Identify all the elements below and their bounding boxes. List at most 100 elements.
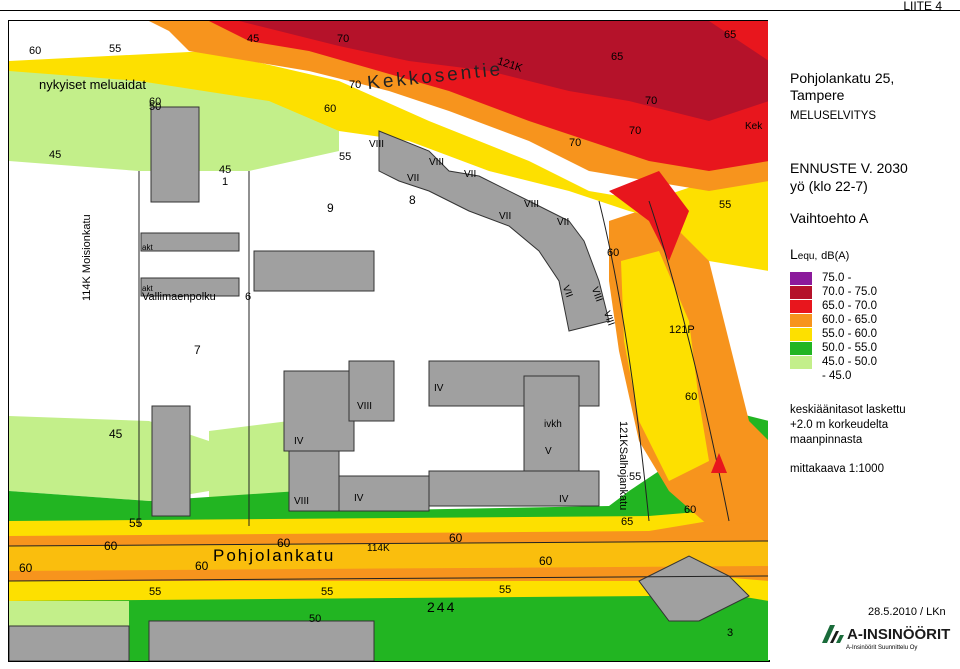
- lot-1-label: 1: [222, 176, 229, 188]
- contour-label: 70: [629, 125, 642, 137]
- building-west-tall: [151, 405, 191, 517]
- floors-label: IV: [354, 493, 364, 504]
- contour-label: 60: [195, 559, 209, 573]
- floors-label: IV: [434, 383, 444, 394]
- legend-swatch: [790, 341, 812, 355]
- city-text: Tampere: [790, 87, 845, 103]
- contour-label: 65: [724, 29, 737, 41]
- legend-item: 45.0 - 50.0: [790, 355, 877, 369]
- legend-panel: Pohjolankatu 25, Tampere MELUSELVITYS EN…: [768, 20, 960, 660]
- legend-item: 50.0 - 55.0: [790, 341, 877, 355]
- contour-label: 60: [277, 536, 291, 550]
- legend-item: 60.0 - 65.0: [790, 313, 877, 327]
- lot-8-label: 8: [409, 193, 416, 207]
- pohjolankatu-label: Pohjolankatu: [213, 546, 336, 565]
- lot-9-label: 9: [327, 201, 334, 215]
- lot-3-label: 3: [727, 627, 734, 639]
- unit-main: L: [790, 246, 798, 262]
- legend-swatch: [790, 369, 812, 383]
- legend-item: 65.0 - 70.0: [790, 299, 877, 313]
- floors-label: VIII: [357, 401, 373, 412]
- legend-swatch: [790, 299, 812, 313]
- building-north-west: [150, 106, 200, 203]
- floors-label: VIII: [524, 199, 540, 210]
- address-text: Pohjolankatu 25,: [790, 70, 895, 86]
- pohjolankatu-114k-label: 114K: [367, 543, 390, 554]
- contour-label: 50: [309, 613, 322, 625]
- contour-label: 55: [109, 43, 122, 55]
- building-south-e: [338, 475, 430, 512]
- attachment-label: LIITE 4: [903, 0, 942, 13]
- report-title: MELUSELVITYS: [790, 110, 877, 122]
- unit-sub: equ,: [797, 251, 818, 262]
- legend-item: 75.0 -: [790, 271, 851, 285]
- floors-label: VIII: [294, 496, 310, 507]
- salhojankatu-label: 121KSalhojankatu: [617, 421, 629, 511]
- contour-label: 45: [219, 164, 232, 176]
- contour-label: 55: [129, 516, 143, 530]
- noise-walls-label: nykyiset meluaidat: [39, 77, 146, 92]
- legend-swatch: [790, 271, 812, 285]
- contour-label: 60: [607, 247, 620, 259]
- moisionkatu-label: 114K Moisionkatu: [81, 214, 93, 301]
- building-mid-west: [253, 250, 375, 292]
- legend-item: - 45.0: [790, 369, 851, 383]
- contour-label: 45: [49, 149, 62, 161]
- building-bottom-mid: [148, 620, 375, 661]
- option-text: Vaihtoehto A: [790, 210, 869, 226]
- legend-swatch: [790, 327, 812, 341]
- building-south-b: [348, 360, 395, 422]
- floors-label: IV: [294, 436, 304, 447]
- contour-label: 60: [449, 531, 463, 545]
- legend-swatch: [790, 285, 812, 299]
- logo-subtitle: A-Insinöörit Suunnittelu Oy: [846, 645, 918, 651]
- contour-label: 70: [569, 137, 582, 149]
- contour-label: 45: [247, 33, 260, 45]
- building-bottom-left: [9, 625, 130, 661]
- contour-label: 65: [621, 516, 634, 528]
- top-rule: [0, 10, 960, 11]
- building-akt-1: [140, 232, 240, 252]
- lot-7-label: 7: [194, 343, 201, 357]
- contour-label: 60: [29, 45, 42, 57]
- contour-label: 60: [104, 539, 118, 553]
- contour-label: 65: [611, 51, 624, 63]
- floors-label: V: [545, 446, 552, 457]
- logo-mark-icon: [822, 625, 844, 643]
- contour-label: 55: [719, 199, 732, 211]
- unit-db: dB(A): [821, 250, 850, 262]
- floors-label: VII: [464, 169, 477, 180]
- floors-label: VIII: [369, 139, 385, 150]
- floors-label: VII: [557, 217, 570, 228]
- note-line-2: +2.0 m korkeudelta: [790, 419, 889, 431]
- vallimaenpolku-label: Vallimaenpolku: [142, 291, 216, 303]
- floors-label: VII: [499, 211, 512, 222]
- lot-6-label: 6: [245, 291, 252, 303]
- noise-map-graphic: [9, 21, 769, 661]
- period-text: yö (klo 22-7): [790, 178, 868, 194]
- legend-swatch: [790, 355, 812, 369]
- lot-121p-label: 121P: [669, 324, 695, 336]
- contour-label: 55: [339, 151, 352, 163]
- floors-label: VIII: [429, 157, 445, 168]
- contour-label: 60: [685, 391, 698, 403]
- contour-label: 50: [149, 101, 162, 113]
- contour-label: 55: [321, 586, 334, 598]
- noise-map[interactable]: nykyiset meluaidat Kekkosentie 121K Kek …: [8, 20, 770, 662]
- akt-label-2: akt: [142, 284, 153, 293]
- ivkh-label: ivkh: [544, 419, 562, 430]
- forecast-text: ENNUSTE V. 2030: [790, 160, 908, 176]
- unit-heading: Lequ, dB(A): [790, 246, 849, 262]
- contour-label: 45: [109, 427, 123, 441]
- contour-label: 55: [149, 586, 162, 598]
- contour-label: 70: [337, 33, 350, 45]
- contour-label: 70: [645, 95, 658, 107]
- floors-label: VII: [407, 173, 420, 184]
- building-south-f: [428, 470, 600, 507]
- note-line-1: keskiäänitasot laskettu: [790, 404, 906, 416]
- lot-244-label: 244: [427, 599, 457, 615]
- legend-swatch: [790, 313, 812, 327]
- date-text: 28.5.2010 / LKn: [868, 606, 946, 618]
- contour-label: 60: [19, 561, 33, 575]
- logo-name: A-INSINÖÖRIT: [847, 625, 951, 643]
